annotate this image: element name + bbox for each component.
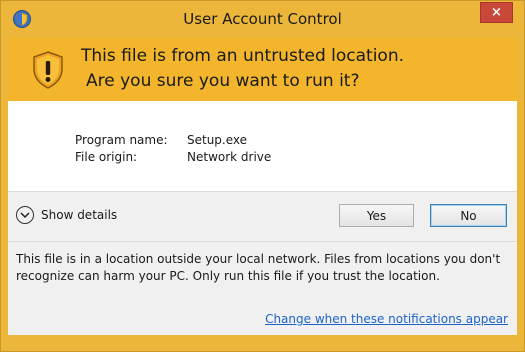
change-notifications-link[interactable]: Change when these notifications appear: [265, 312, 508, 326]
close-icon: ×: [491, 5, 502, 20]
dialog-footer: Show details Yes No This file is in a lo…: [8, 192, 517, 335]
dialog-header: This file is from an untrusted location.…: [8, 38, 517, 101]
title-bar[interactable]: User Account Control ×: [1, 1, 524, 38]
file-info: Program name: Setup.exe File origin: Net…: [75, 132, 271, 166]
headline: This file is from an untrusted location.…: [81, 44, 404, 94]
show-details-toggle[interactable]: Show details: [16, 206, 117, 224]
headline-line-2: Are you sure you want to run it?: [86, 71, 360, 91]
show-details-label: Show details: [41, 208, 118, 222]
yes-button[interactable]: Yes: [339, 204, 414, 227]
no-button[interactable]: No: [430, 204, 507, 227]
window-title: User Account Control: [183, 10, 342, 28]
info-row-program: Program name: Setup.exe: [75, 132, 271, 149]
warning-shield-icon: [31, 50, 65, 90]
chevron-down-icon: [16, 206, 34, 224]
warning-message: This file is in a location outside your …: [16, 252, 501, 283]
dialog-content: Program name: Setup.exe File origin: Net…: [8, 101, 517, 335]
file-origin-label: File origin:: [75, 150, 138, 164]
uac-dialog: User Account Control × This file is from…: [0, 0, 525, 352]
program-name-label: Program name:: [75, 133, 168, 147]
headline-line-1: This file is from an untrusted location.: [81, 46, 404, 66]
file-origin-value: Network drive: [187, 150, 272, 164]
info-row-origin: File origin: Network drive: [75, 149, 271, 166]
footer-divider: [8, 241, 517, 242]
close-button[interactable]: ×: [480, 2, 513, 23]
program-name-value: Setup.exe: [187, 133, 248, 147]
